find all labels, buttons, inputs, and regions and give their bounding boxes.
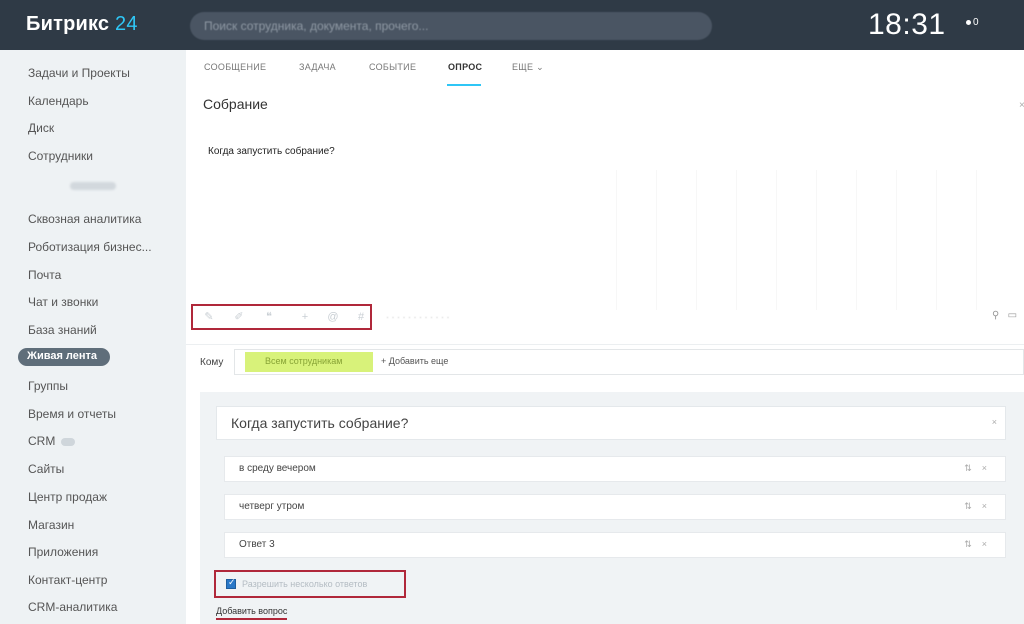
sidebar-item-mail[interactable]: Почта bbox=[28, 268, 61, 282]
close-icon[interactable]: × bbox=[1019, 100, 1024, 111]
chevron-down-icon: ⌄ bbox=[536, 62, 544, 72]
pen-icon[interactable]: ✐ bbox=[233, 311, 245, 323]
editor-area-background bbox=[616, 170, 1016, 310]
add-question-link[interactable]: Добавить вопрос bbox=[216, 606, 288, 620]
plus-icon[interactable]: + bbox=[299, 311, 311, 323]
logo[interactable]: Битрикс 24 bbox=[26, 13, 138, 36]
sidebar-item-crm-analytics[interactable]: CRM-аналитика bbox=[28, 600, 117, 614]
sidebar-item-groups[interactable]: Группы bbox=[28, 379, 68, 393]
poll-answer-field[interactable]: Ответ 3 ⇅× bbox=[224, 532, 1006, 558]
sidebar-item-time[interactable]: Время и отчеты bbox=[28, 407, 116, 421]
sidebar-divider bbox=[70, 182, 116, 190]
sidebar-item-knowledge[interactable]: База знаний bbox=[28, 323, 97, 337]
toolbar-hint: · · · · · · · · · · · · bbox=[386, 312, 450, 322]
logo-accent: 24 bbox=[115, 13, 138, 35]
multiple-answers-option[interactable]: Разрешить несколько ответов bbox=[214, 570, 406, 598]
sidebar-item-calendar[interactable]: Календарь bbox=[28, 94, 89, 108]
sidebar-item-tasks[interactable]: Задачи и Проекты bbox=[28, 66, 130, 80]
recipients-row: Кому Всем сотрудникам + Добавить еще bbox=[186, 344, 1024, 380]
poll-answer-field[interactable]: в среду вечером ⇅× bbox=[224, 456, 1006, 482]
sidebar: Задачи и Проекты Календарь Диск Сотрудни… bbox=[0, 50, 186, 624]
sidebar-item-sales[interactable]: Центр продаж bbox=[28, 490, 107, 504]
indicator-count: 0 bbox=[973, 17, 979, 28]
post-body[interactable]: Когда запустить собрание? bbox=[208, 146, 335, 157]
sidebar-item-automation[interactable]: Роботизация бизнес... bbox=[28, 240, 152, 254]
save-icon[interactable]: ▭ bbox=[1008, 310, 1017, 321]
formatting-toolbar: ✎ ✐ ❝ + @ # bbox=[191, 304, 372, 330]
sidebar-item-feed[interactable]: Живая лента bbox=[18, 348, 110, 366]
poll-question-text: Когда запустить собрание? bbox=[231, 415, 409, 431]
counter-badge bbox=[61, 437, 76, 446]
search-input[interactable]: Поиск сотрудника, документа, прочего... bbox=[190, 12, 712, 40]
tab-message[interactable]: СООБЩЕНИЕ bbox=[204, 62, 266, 72]
tab-poll[interactable]: ОПРОС bbox=[448, 62, 482, 72]
poll-answer-text: Ответ 3 bbox=[239, 539, 275, 550]
clock[interactable]: 18:31 bbox=[868, 8, 946, 42]
tab-more-label: ЕЩЕ bbox=[512, 62, 534, 72]
recipients-field[interactable]: Всем сотрудникам + Добавить еще bbox=[234, 349, 1024, 375]
sort-icon[interactable]: ⇅ bbox=[964, 463, 982, 473]
tab-task[interactable]: ЗАДАЧА bbox=[299, 62, 336, 72]
delete-icon[interactable]: × bbox=[982, 501, 997, 511]
sort-icon[interactable]: ⇅ bbox=[964, 501, 982, 511]
quote-icon[interactable]: ❝ bbox=[263, 311, 275, 323]
recipients-label: Кому bbox=[200, 357, 224, 368]
sidebar-item-contact-center[interactable]: Контакт-центр bbox=[28, 573, 107, 587]
sidebar-item-shop[interactable]: Магазин bbox=[28, 518, 74, 532]
answer-actions: ⇅× bbox=[964, 501, 997, 512]
active-tab-underline bbox=[447, 84, 481, 86]
poll-answer-text: в среду вечером bbox=[239, 463, 316, 474]
sidebar-item-analytics[interactable]: Сквозная аналитика bbox=[28, 212, 141, 226]
mention-icon[interactable]: @ bbox=[327, 311, 339, 323]
tab-event[interactable]: СОБЫТИЕ bbox=[369, 62, 416, 72]
top-bar: Битрикс 24 Поиск сотрудника, документа, … bbox=[0, 0, 1024, 50]
sidebar-item-sites[interactable]: Сайты bbox=[28, 462, 64, 476]
tag-icon[interactable]: # bbox=[355, 311, 367, 323]
sidebar-item-apps[interactable]: Приложения bbox=[28, 545, 98, 559]
sidebar-item-disk[interactable]: Диск bbox=[28, 121, 54, 135]
poll-question-field[interactable]: Когда запустить собрание? × bbox=[216, 406, 1006, 440]
mention-icon[interactable]: ⚲ bbox=[992, 310, 999, 321]
logo-main: Битрикс bbox=[26, 13, 110, 35]
sidebar-item-employees[interactable]: Сотрудники bbox=[28, 149, 93, 163]
multiple-answers-label: Разрешить несколько ответов bbox=[242, 579, 368, 589]
sort-icon[interactable]: ⇅ bbox=[964, 539, 982, 549]
sidebar-item-chat[interactable]: Чат и звонки bbox=[28, 295, 98, 309]
poll-editor: Когда запустить собрание? × в среду вече… bbox=[200, 392, 1024, 624]
sidebar-item-label: CRM bbox=[28, 434, 56, 448]
answer-actions: ⇅× bbox=[964, 463, 997, 474]
delete-icon[interactable]: × bbox=[992, 417, 997, 427]
poll-answer-text: четверг утром bbox=[239, 501, 305, 512]
post-title[interactable]: Собрание bbox=[203, 96, 268, 112]
status-indicator[interactable]: 0 bbox=[966, 17, 979, 28]
post-form: СООБЩЕНИЕ ЗАДАЧА СОБЫТИЕ ОПРОС ЕЩЕ ⌄ Соб… bbox=[186, 50, 1024, 624]
recipient-chip[interactable]: Всем сотрудникам bbox=[245, 352, 373, 372]
poll-answer-field[interactable]: четверг утром ⇅× bbox=[224, 494, 1006, 520]
editor-right-icons: ⚲ ▭ bbox=[992, 310, 1017, 321]
answer-actions: ⇅× bbox=[964, 539, 997, 550]
sidebar-item-crm[interactable]: CRM bbox=[28, 434, 76, 448]
multiple-answers-checkbox[interactable] bbox=[226, 577, 236, 589]
dot-icon bbox=[966, 19, 971, 25]
delete-icon[interactable]: × bbox=[982, 463, 997, 473]
attach-file-icon[interactable]: ✎ bbox=[203, 311, 215, 323]
tab-more[interactable]: ЕЩЕ ⌄ bbox=[512, 62, 544, 73]
delete-icon[interactable]: × bbox=[982, 539, 997, 549]
add-more-link[interactable]: + Добавить еще bbox=[381, 356, 448, 366]
